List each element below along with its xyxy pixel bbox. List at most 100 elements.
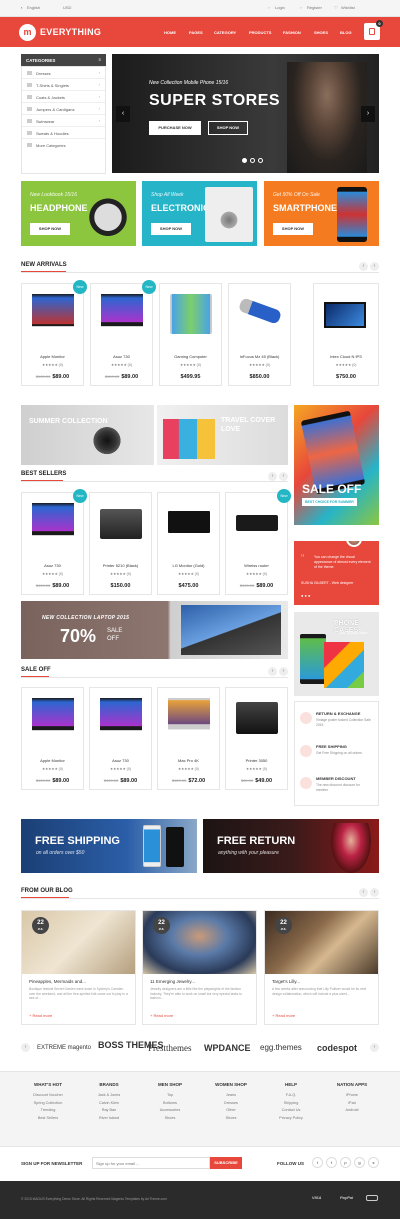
nav-products[interactable]: PRODUCTS: [249, 30, 271, 35]
promo-electronics[interactable]: Shop All Week ELECTRONICS SHOP NOW: [142, 181, 257, 246]
category-tshirts[interactable]: T-Shirts & Singlets ›: [22, 79, 105, 91]
slider-next-button[interactable]: ›: [361, 106, 375, 122]
summer-collection-banner[interactable]: SUMMER COLLECTION: [21, 405, 154, 465]
subscribe-button[interactable]: SUBSCRIBE: [210, 1157, 242, 1169]
brand-logo[interactable]: WPDANCE: [204, 1043, 251, 1053]
sale-off-side-banner[interactable]: SALE OFF BEST CHOICE FOR SUMMER: [294, 405, 379, 525]
laptop-sale-banner[interactable]: NEW COLLECTION LAPTOP 2015 70% SALE OFF: [21, 601, 288, 659]
skype-icon[interactable]: s: [368, 1157, 379, 1168]
chevron-right-icon[interactable]: ›: [370, 1043, 379, 1052]
product-card[interactable]: New Apple Monitor ★★★★★ (0) $100.00 $89.0…: [21, 280, 87, 386]
footer-link[interactable]: Other: [201, 1107, 261, 1115]
chevron-left-icon[interactable]: ‹: [21, 1043, 30, 1052]
language-select[interactable]: English: [27, 5, 40, 10]
hero-slider[interactable]: New Collection Mobile Phone 15/16 SUPER …: [112, 54, 379, 173]
footer-link[interactable]: Ray Ban: [79, 1107, 139, 1115]
currency-select[interactable]: USD: [63, 5, 71, 10]
footer-link[interactable]: Contact Us: [261, 1107, 321, 1115]
facebook-icon[interactable]: f: [326, 1157, 337, 1168]
slider-dot[interactable]: [242, 158, 247, 163]
free-return-banner[interactable]: FREE RETURN anything with your pleasure: [203, 819, 379, 873]
nav-pages[interactable]: PAGES: [189, 30, 203, 35]
product-card[interactable]: Asuz 730 ★★★★★ (0) $100.00 $89.00: [89, 687, 152, 790]
promo-smartphones[interactable]: Get 50% Off On Sale SMARTPHONES SHOP NOW: [264, 181, 379, 246]
product-card[interactable]: InFocus Mz 45 (Black) ★★★★★ (0) $850.00: [228, 283, 291, 386]
footer-link[interactable]: F.A.Q.: [261, 1092, 321, 1100]
brand-logo[interactable]: codespot: [317, 1043, 357, 1053]
product-name[interactable]: Printer 5210 (Black): [90, 563, 151, 568]
product-name[interactable]: Mac Pro 4K: [158, 758, 219, 763]
promo-shop-button[interactable]: SHOP NOW: [151, 223, 191, 235]
brand-logo[interactable]: EXTREME magento: [37, 1045, 91, 1051]
purchase-now-button[interactable]: PURCHASE NOW: [149, 121, 201, 135]
shop-now-button[interactable]: SHOP NOW: [208, 121, 248, 135]
product-card[interactable]: LG Monitor (Gold) ★★★★★ (0) $475.00: [157, 492, 220, 595]
category-sweats[interactable]: Sweats & Hoodies: [22, 127, 105, 139]
blog-post[interactable]: 22 JUL 11 Emerging Jewelry... Jewelry des…: [142, 910, 257, 1025]
slider-prev-button[interactable]: ‹: [116, 106, 130, 122]
footer-link[interactable]: Jack & Jones: [79, 1092, 139, 1100]
product-name[interactable]: Asuz 730: [22, 563, 83, 568]
google-plus-icon[interactable]: g: [354, 1157, 365, 1168]
product-card[interactable]: Apple Monitor ★★★★★ (0) $100.00 $89.00: [21, 687, 84, 790]
chevron-right-icon[interactable]: ›: [279, 667, 288, 676]
nav-home[interactable]: HOME: [164, 30, 176, 35]
product-name[interactable]: LG Monitor (Gold): [158, 563, 219, 568]
brand-logo[interactable]: Prestthemes: [148, 1043, 192, 1053]
read-more-link[interactable]: + Read more: [272, 1013, 295, 1018]
product-name[interactable]: Printer 3050: [226, 758, 287, 763]
product-name[interactable]: Asuz 730: [90, 758, 151, 763]
slider-dot[interactable]: [250, 158, 255, 163]
promo-shop-button[interactable]: SHOP NOW: [30, 223, 70, 235]
nav-shoes[interactable]: SHOES: [314, 30, 328, 35]
travel-banner[interactable]: TRAVEL COVER LOVE: [157, 405, 288, 465]
chevron-right-icon[interactable]: ›: [279, 472, 288, 481]
post-title[interactable]: Target's Lilly...: [272, 979, 300, 984]
product-name[interactable]: Apple Monitor: [22, 758, 83, 763]
footer-link[interactable]: Discount Voucher: [18, 1092, 78, 1100]
footer-link[interactable]: Privacy Policy: [261, 1115, 321, 1123]
phone-cases-banner[interactable]: PHONE CASES Get Ready Now: [294, 612, 379, 696]
testimonial-dots[interactable]: ● ● ●: [301, 593, 310, 598]
chevron-left-icon[interactable]: ‹: [359, 888, 368, 897]
pinterest-icon[interactable]: p: [340, 1157, 351, 1168]
cart-button[interactable]: 0: [364, 20, 383, 40]
categories-header[interactable]: CATEGORIES ≡: [21, 54, 106, 66]
category-jumpers[interactable]: Jumpers & Cardigans ›: [22, 103, 105, 115]
nav-blog[interactable]: BLOG: [340, 30, 352, 35]
newsletter-email-input[interactable]: [92, 1157, 210, 1169]
footer-link[interactable]: Trending: [18, 1107, 78, 1115]
footer-link[interactable]: River Island: [79, 1115, 139, 1123]
product-card[interactable]: Printer 5210 (Black) ★★★★★ (0) $150.00: [89, 492, 152, 595]
product-card[interactable]: New Asuz 730 ★★★★★ (0) $100.00 $89.00: [90, 280, 156, 386]
product-name[interactable]: Apple Monitor: [22, 354, 83, 359]
footer-link[interactable]: Accessories: [140, 1107, 200, 1115]
blog-post[interactable]: 22 JUL Target's Lilly... A few weeks afte…: [264, 910, 379, 1025]
brand-logo[interactable]: egg.themes: [260, 1043, 302, 1052]
slider-dot[interactable]: [258, 158, 263, 163]
chevron-left-icon[interactable]: ‹: [359, 262, 368, 271]
blog-post[interactable]: 22 JUL Pineapples, Mermaids and... Boutiq…: [21, 910, 136, 1025]
product-name[interactable]: Gaming Computer: [160, 354, 221, 359]
footer-link[interactable]: Shipping: [261, 1100, 321, 1108]
footer-link[interactable]: Shoes: [140, 1115, 200, 1123]
nav-fashion[interactable]: FASHION: [283, 30, 301, 35]
product-card[interactable]: New Asuz 730 ★★★★★ (0) $100.00 $89.00: [21, 489, 87, 595]
footer-link[interactable]: Shoes: [201, 1115, 261, 1123]
footer-link[interactable]: iPad: [322, 1100, 382, 1108]
read-more-link[interactable]: + Read more: [29, 1013, 52, 1018]
wishlist-link[interactable]: Wishlist: [341, 5, 355, 10]
register-link[interactable]: Register: [307, 5, 322, 10]
category-more[interactable]: More Categories: [22, 139, 105, 151]
logo-icon[interactable]: m: [19, 24, 36, 41]
chevron-left-icon[interactable]: ‹: [268, 667, 277, 676]
footer-link[interactable]: Best Sellers: [18, 1115, 78, 1123]
product-card[interactable]: Printer 3050 ★★★★★ (0) $60.00 $49.00: [225, 687, 288, 790]
promo-headphone[interactable]: New Lookbook 15/16 HEADPHONE SHOP NOW: [21, 181, 136, 246]
footer-link[interactable]: iPhone: [322, 1092, 382, 1100]
product-name[interactable]: Intex Cloud N IPS: [314, 354, 378, 359]
product-name[interactable]: Wirelss router: [226, 563, 287, 568]
footer-link[interactable]: Top: [140, 1092, 200, 1100]
free-shipping-banner[interactable]: FREE SHIPPING on all orders over $50: [21, 819, 197, 873]
product-card[interactable]: New Wirelss router ★★★★★ (0) $100.00 $89.…: [225, 489, 291, 595]
